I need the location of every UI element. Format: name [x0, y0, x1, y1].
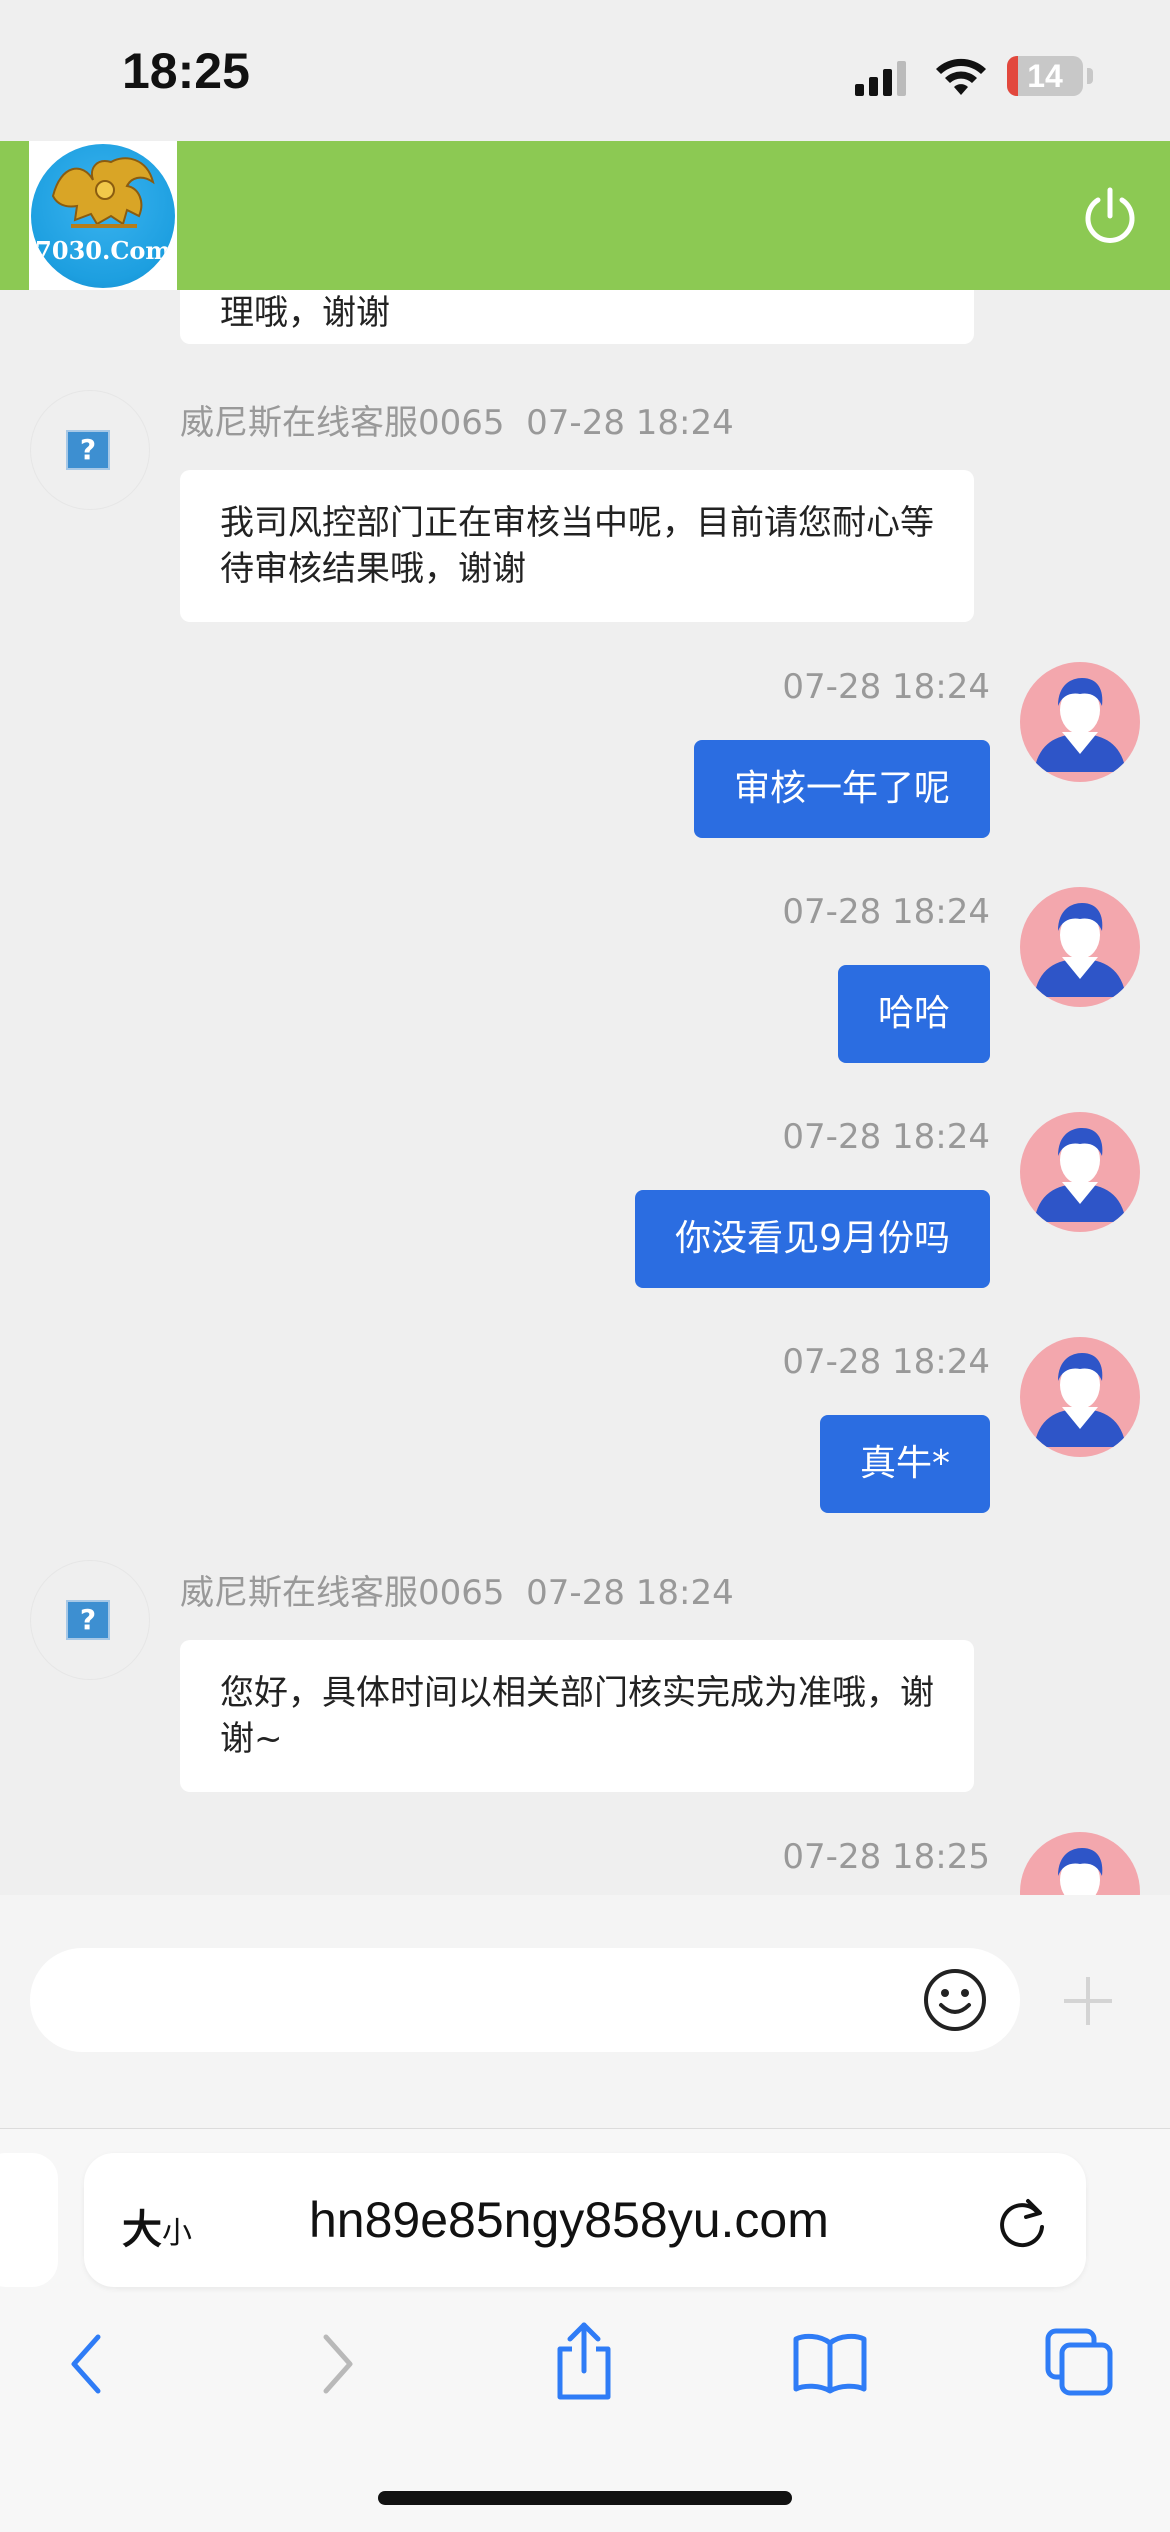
reload-icon[interactable] — [994, 2195, 1050, 2251]
user-avatar — [1020, 1832, 1140, 1895]
bookmarks-icon[interactable] — [792, 2331, 868, 2395]
message-text: 我司风控部门正在审核当中呢，目前请您耐心等待审核结果哦，谢谢 — [220, 503, 934, 589]
logo-emblem: 7030.Com — [31, 144, 175, 288]
emoji-icon[interactable] — [922, 1967, 988, 2033]
message-meta: 威尼斯在线客服0065 07-28 18:24 — [180, 395, 734, 444]
missing-image-icon: ? — [66, 430, 110, 470]
status-time: 18:25 — [122, 43, 250, 99]
cellular-signal-icon — [855, 61, 906, 96]
message-time: 07-28 18:24 — [782, 1117, 990, 1157]
previous-tab-preview[interactable] — [0, 2153, 58, 2287]
tabs-icon[interactable] — [1044, 2327, 1114, 2397]
user-message-bubble: 你没看见9月份吗 — [635, 1190, 990, 1288]
screen: 18:25 14 7030.Com 理哦，谢谢 ? 威尼斯在线客服0065 07… — [0, 0, 1170, 2532]
user-avatar — [1020, 1337, 1140, 1457]
status-bar: 18:25 14 — [0, 0, 1170, 141]
agent-avatar: ? — [30, 390, 150, 510]
message-input[interactable] — [30, 1948, 1020, 2052]
message-time: 07-28 18:24 — [782, 667, 990, 707]
power-icon[interactable] — [1082, 186, 1138, 246]
user-message-bubble: 哈哈 — [837, 965, 990, 1063]
battery-level-label: 14 — [1027, 58, 1063, 94]
battery-cap — [1087, 68, 1093, 84]
agent-message-bubble: 理哦，谢谢 — [180, 290, 974, 344]
text-size-button[interactable]: 大小 — [122, 2197, 192, 2255]
share-icon[interactable] — [552, 2321, 616, 2401]
logo-text: 7030.Com — [35, 236, 171, 265]
agent-avatar: ? — [30, 1560, 150, 1680]
chat-message-list[interactable]: 理哦，谢谢 ? 威尼斯在线客服0065 07-28 18:24 我司风控部门正在… — [0, 290, 1170, 1895]
agent-name: 威尼斯在线客服0065 — [180, 403, 505, 443]
message-time: 07-28 18:24 — [782, 1342, 990, 1382]
agent-message-bubble: 您好，具体时间以相关部门核实完成为准哦，谢谢~ — [180, 1640, 974, 1792]
wifi-icon — [936, 58, 986, 95]
address-bar[interactable]: 大小 hn89e85ngy858yu.com — [84, 2153, 1086, 2287]
text-size-small-label: 小 — [162, 2216, 192, 2251]
user-message-bubble: 真牛* — [819, 1415, 990, 1513]
user-avatar — [1020, 1112, 1140, 1232]
person-icon — [1034, 903, 1126, 997]
message-time: 07-28 18:24 — [782, 892, 990, 932]
message-meta: 威尼斯在线客服0065 07-28 18:24 — [180, 1565, 734, 1614]
back-icon[interactable] — [62, 2329, 112, 2399]
user-avatar — [1020, 662, 1140, 782]
browser-toolbar: 大小 hn89e85ngy858yu.com — [0, 2128, 1170, 2532]
message-time: 07-28 18:25 — [782, 1837, 990, 1877]
text-size-large-label: 大 — [122, 2207, 162, 2253]
person-icon — [1034, 1128, 1126, 1222]
person-icon — [1034, 1353, 1126, 1447]
brand-logo: 7030.Com — [29, 141, 177, 290]
plus-icon[interactable] — [1060, 1973, 1116, 2029]
forward-icon[interactable] — [312, 2329, 362, 2399]
person-icon — [1058, 1848, 1103, 1895]
message-text: 理哦，谢谢 — [220, 293, 390, 333]
message-text: 您好，具体时间以相关部门核实完成为准哦，谢谢~ — [220, 1673, 934, 1759]
missing-image-icon: ? — [66, 1600, 110, 1640]
person-icon — [1034, 678, 1126, 772]
home-indicator[interactable] — [378, 2491, 792, 2505]
user-avatar — [1020, 887, 1140, 1007]
app-header: 7030.Com — [0, 141, 1170, 290]
agent-name: 威尼斯在线客服0065 — [180, 1573, 505, 1613]
agent-message-bubble: 我司风控部门正在审核当中呢，目前请您耐心等待审核结果哦，谢谢 — [180, 470, 974, 622]
message-composer — [0, 1895, 1170, 2128]
battery-icon: 14 — [1007, 56, 1083, 96]
message-time: 07-28 18:24 — [526, 1573, 734, 1613]
url-text[interactable]: hn89e85ngy858yu.com — [309, 2191, 829, 2249]
message-time: 07-28 18:24 — [526, 403, 734, 443]
winged-lion-icon — [51, 157, 155, 228]
user-message-bubble: 审核一年了呢 — [693, 740, 990, 838]
